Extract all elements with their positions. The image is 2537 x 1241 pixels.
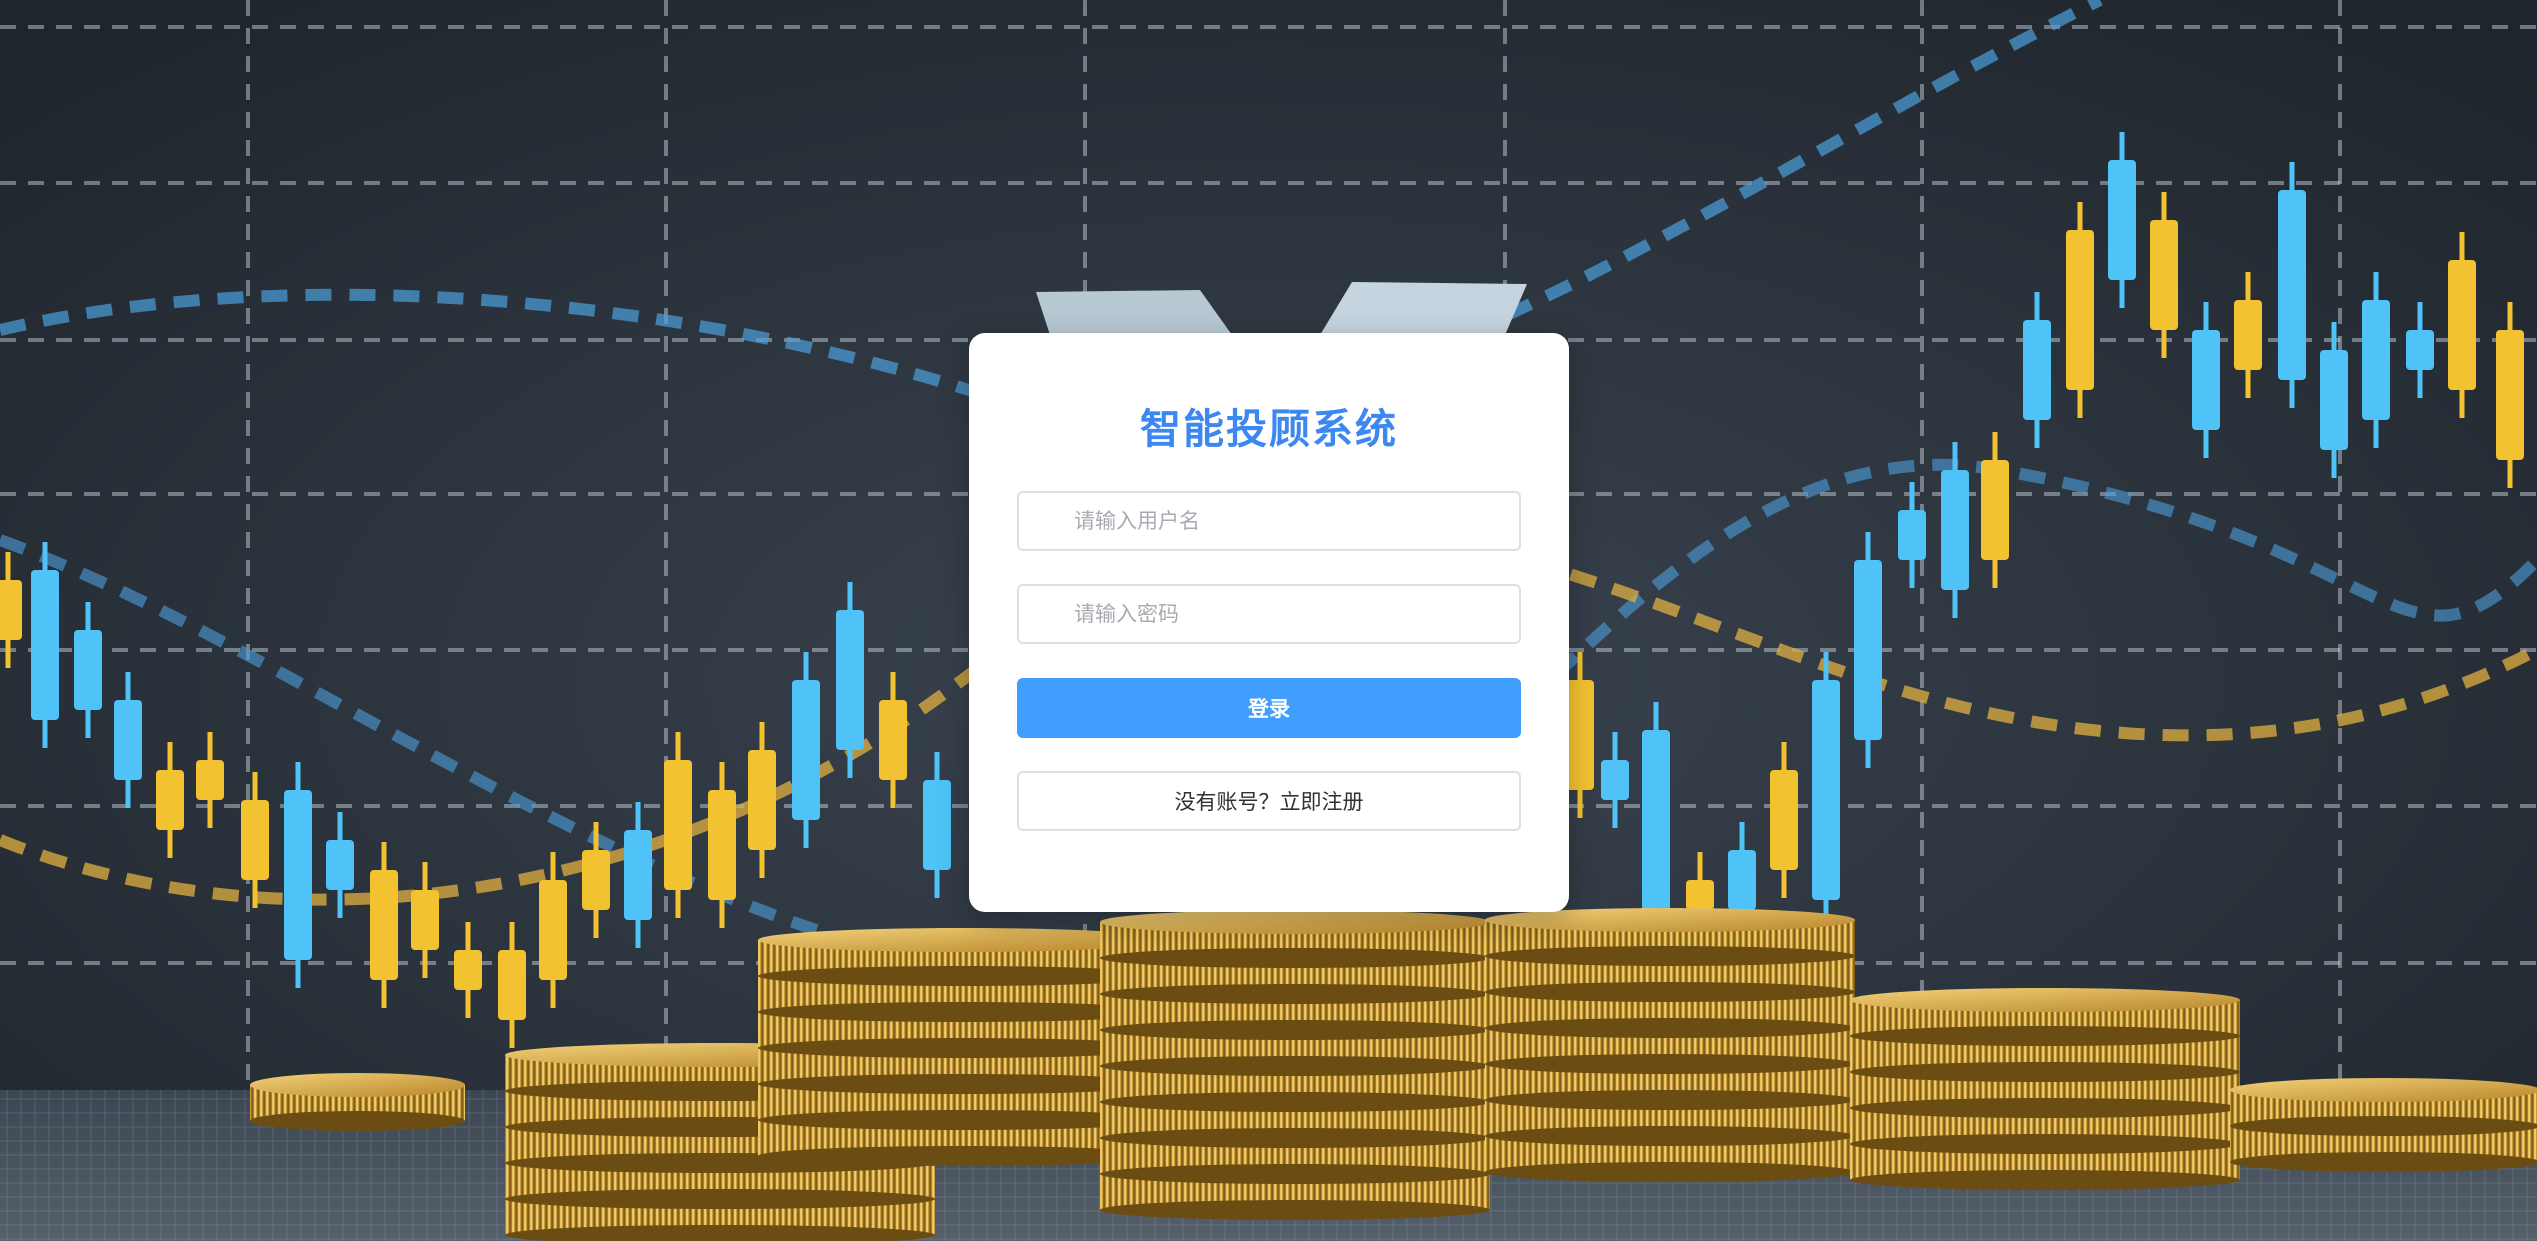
register-button-label: 没有账号？立即注册 xyxy=(1174,790,1364,814)
page-title: 智能投顾系统 xyxy=(1140,405,1398,453)
register-button[interactable]: 没有账号？立即注册 xyxy=(1017,771,1521,831)
username-field[interactable] xyxy=(1017,491,1521,551)
login-card: 智能投顾系统 登录 没有账号？立即注册 xyxy=(969,333,1569,912)
login-button-label: 登录 xyxy=(1248,697,1290,721)
password-input[interactable] xyxy=(1019,586,1519,642)
login-button[interactable]: 登录 xyxy=(1017,678,1521,738)
username-input[interactable] xyxy=(1019,493,1519,549)
password-field[interactable] xyxy=(1017,584,1521,644)
